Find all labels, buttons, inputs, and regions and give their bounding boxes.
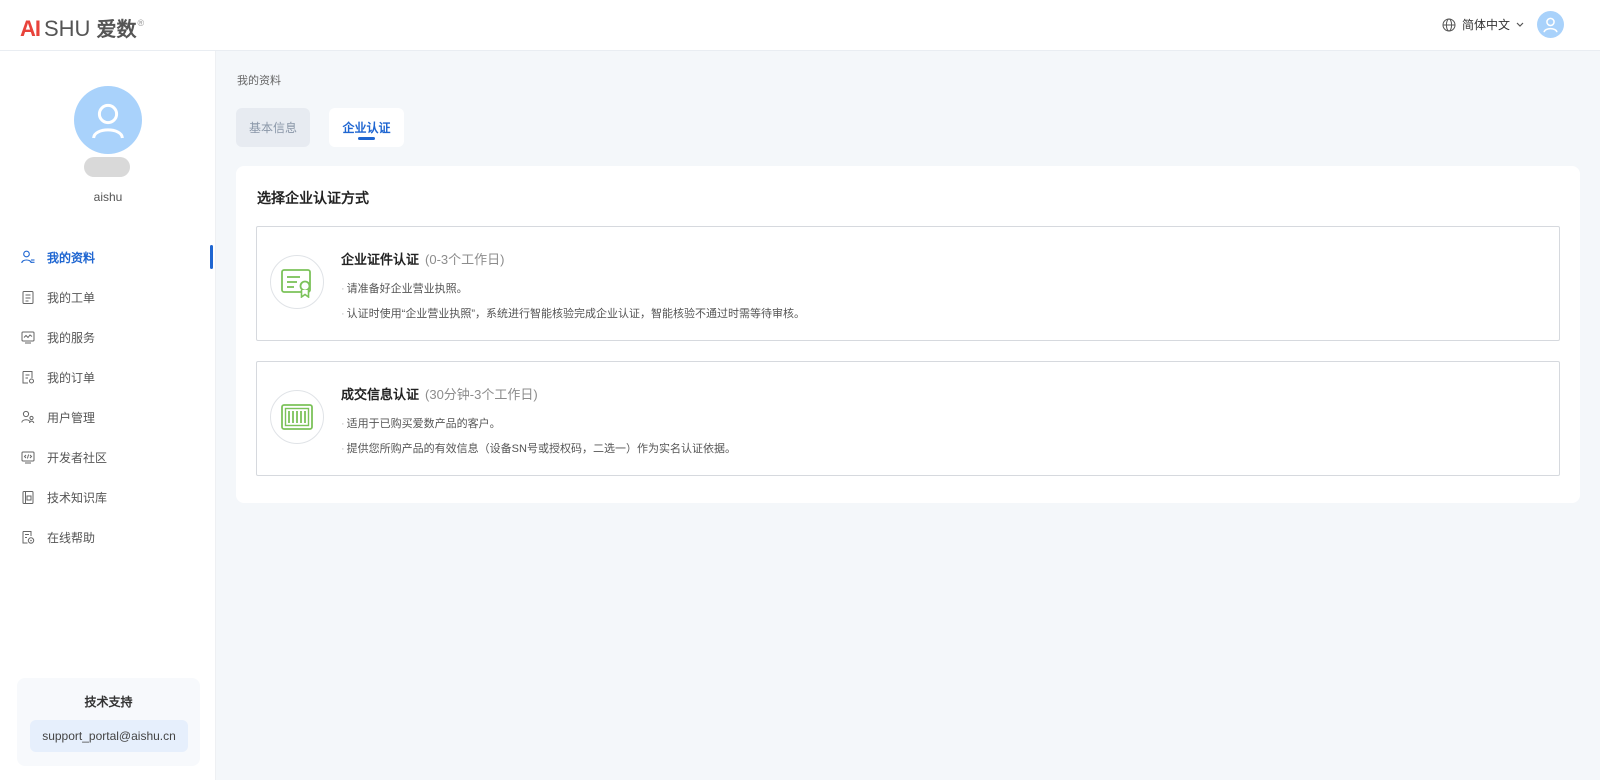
option-title: 企业证件认证 (0-3个工作日) — [341, 249, 504, 268]
option-description-text: 提供您所购产品的有效信息（设备SN号或授权码，二选一）作为实名认证依据。 — [346, 443, 736, 455]
option-description-line: · 提供您所购产品的有效信息（设备SN号或授权码，二选一）作为实名认证依据。 — [341, 440, 736, 456]
sidebar-item-label: 在线帮助 — [47, 530, 96, 545]
sidebar-item-my-tickets[interactable]: 我的工单 — [0, 277, 216, 317]
aishu-logo[interactable]: AI SHU 爱数 ® — [20, 13, 145, 41]
bullet-dot: · — [341, 283, 345, 295]
sidebar-item-label: 我的服务 — [47, 330, 96, 345]
language-label: 简体中文 — [1462, 18, 1511, 32]
logo-shu-text: SHU — [44, 16, 91, 41]
knowledge-book-icon — [21, 490, 35, 504]
code-icon — [21, 450, 35, 464]
option-transaction-info-certification[interactable]: 成交信息认证 (30分钟-3个工作日) · 适用于已购买爱数产品的客户。 · 提供您所… — [256, 361, 1560, 476]
sidebar-item-user-management[interactable]: 用户管理 — [0, 397, 216, 437]
logo-ai-mark: AI — [20, 16, 41, 41]
tech-support-box: 技术支持 support_portal@aishu.cn — [17, 678, 200, 766]
clipboard-icon — [21, 290, 35, 304]
option-description-line: · 请准备好企业营业执照。 — [341, 280, 468, 296]
option-title-text: 成交信息认证 — [341, 387, 420, 402]
option-duration: (30分钟-3个工作日) — [425, 387, 538, 402]
sidebar-item-my-orders[interactable]: 我的订单 — [0, 357, 216, 397]
sidebar: aishu 我的资料 我的工单 我的服务 我的订单 用户管理 开发者社区 技术知… — [0, 51, 216, 780]
option-duration: (0-3个工作日) — [425, 252, 505, 267]
support-email-link[interactable]: support_portal@aishu.cn — [30, 720, 188, 752]
option-description-line: · 认证时使用“企业营业执照”，系统进行智能核验完成企业认证，智能核验不通过时需等… — [341, 305, 805, 321]
option-title: 成交信息认证 (30分钟-3个工作日) — [341, 384, 538, 403]
barcode-icon — [270, 390, 324, 444]
sidebar-item-label: 我的工单 — [47, 290, 96, 305]
sidebar-item-label: 用户管理 — [47, 410, 96, 425]
user-icon — [1543, 17, 1558, 33]
blurred-display-name — [84, 157, 130, 177]
service-monitor-icon — [21, 330, 35, 344]
username: aishu — [93, 190, 123, 204]
panel-title: 选择企业认证方式 — [257, 190, 369, 206]
chevron-down-icon — [1516, 22, 1524, 27]
logo-chinese-text: 爱数 — [96, 19, 137, 41]
globe-icon — [1442, 18, 1456, 31]
users-icon — [21, 410, 35, 424]
tab-label: 企业认证 — [342, 121, 391, 135]
order-document-icon — [21, 370, 35, 384]
option-title-text: 企业证件认证 — [341, 252, 420, 267]
tab-basic-info[interactable]: 基本信息 — [236, 108, 310, 147]
option-description-text: 请准备好企业营业执照。 — [346, 283, 468, 295]
option-enterprise-document-certification[interactable]: 企业证件认证 (0-3个工作日) · 请准备好企业营业执照。 · 认证时使用“企业营业… — [256, 226, 1560, 341]
sidebar-item-my-services[interactable]: 我的服务 — [0, 317, 216, 357]
sidebar-item-label: 我的资料 — [47, 250, 96, 265]
profile-avatar — [74, 86, 142, 154]
sidebar-item-label: 技术知识库 — [47, 490, 108, 505]
option-description-line: · 适用于已购买爱数产品的客户。 — [341, 415, 501, 431]
tab-enterprise-certification[interactable]: 企业认证 — [329, 108, 404, 147]
help-document-icon — [21, 530, 35, 544]
header-avatar[interactable] — [1537, 11, 1564, 38]
sidebar-item-knowledge-base[interactable]: 技术知识库 — [0, 477, 216, 517]
tab-label: 基本信息 — [248, 121, 297, 135]
user-profile-icon — [21, 250, 35, 264]
bullet-dot: · — [341, 443, 345, 455]
top-header: AI SHU 爱数 ® 简体中文 — [0, 0, 1600, 51]
user-icon — [92, 103, 124, 139]
bullet-dot: · — [341, 418, 345, 430]
option-description-text: 适用于已购买爱数产品的客户。 — [346, 418, 501, 430]
tech-support-title: 技术支持 — [84, 695, 133, 709]
sidebar-item-my-profile[interactable]: 我的资料 — [0, 237, 216, 277]
breadcrumb: 我的资料 — [237, 75, 281, 87]
sidebar-menu: 我的资料 我的工单 我的服务 我的订单 用户管理 开发者社区 技术知识库 在线帮… — [0, 237, 216, 557]
sidebar-item-online-help[interactable]: 在线帮助 — [0, 517, 216, 557]
bullet-dot: · — [341, 308, 345, 320]
sidebar-item-developer-community[interactable]: 开发者社区 — [0, 437, 216, 477]
sidebar-item-label: 开发者社区 — [47, 450, 108, 465]
language-switcher[interactable]: 简体中文 — [1442, 16, 1530, 33]
registered-mark: ® — [137, 18, 145, 28]
certificate-icon — [270, 255, 324, 309]
certification-panel: 选择企业认证方式 企业证件认证 (0-3个工作日) · 请准备好企业营业执照。 · 认… — [236, 166, 1580, 503]
sidebar-item-label: 我的订单 — [47, 370, 96, 385]
option-description-text: 认证时使用“企业营业执照”，系统进行智能核验完成企业认证，智能核验不通过时需等待… — [346, 308, 805, 320]
